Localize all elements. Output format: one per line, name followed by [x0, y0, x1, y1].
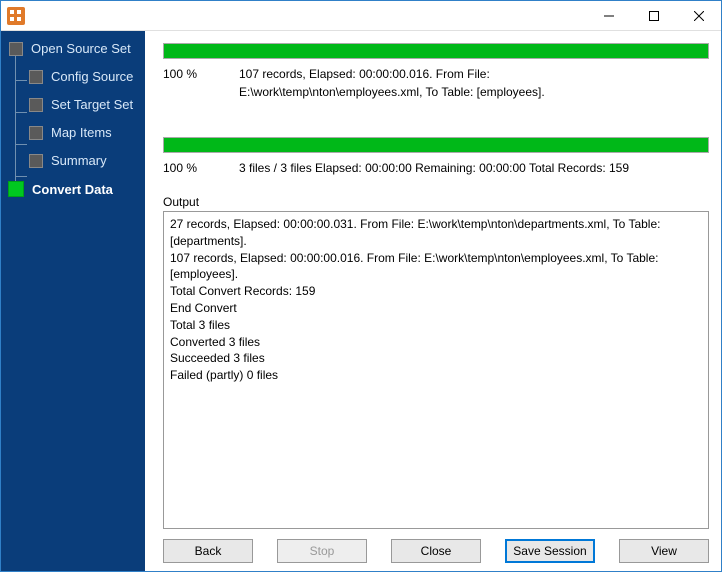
output-line: Total 3 files: [170, 317, 702, 334]
minimize-button[interactable]: [586, 1, 631, 31]
output-line: End Convert: [170, 300, 702, 317]
file-progress-section: 100 % 107 records, Elapsed: 00:00:00.016…: [163, 43, 709, 101]
nav-item-map-items[interactable]: Map Items: [9, 125, 145, 140]
save-session-button[interactable]: Save Session: [505, 539, 595, 563]
nav-item-config-source[interactable]: Config Source: [9, 69, 145, 84]
total-progress-bar: [163, 137, 709, 153]
output-label: Output: [163, 195, 709, 209]
file-progress-percent: 100 %: [163, 65, 223, 101]
nav-step-icon: [29, 126, 43, 140]
view-button[interactable]: View: [619, 539, 709, 563]
close-button[interactable]: [676, 1, 721, 31]
nav-item-label: Map Items: [51, 125, 112, 140]
nav-item-label: Open Source Set: [31, 41, 131, 56]
output-line: Converted 3 files: [170, 334, 702, 351]
nav-item-label: Convert Data: [32, 182, 113, 197]
output-line: Succeeded 3 files: [170, 350, 702, 367]
output-line: Total Convert Records: 159: [170, 283, 702, 300]
file-progress-bar: [163, 43, 709, 59]
nav-item-label: Set Target Set: [51, 97, 133, 112]
close-dialog-button[interactable]: Close: [391, 539, 481, 563]
output-textarea[interactable]: 27 records, Elapsed: 00:00:00.031. From …: [163, 211, 709, 529]
wizard-sidebar: Open Source Set Config Source Set Target S…: [1, 31, 145, 571]
output-line: 27 records, Elapsed: 00:00:00.031. From …: [170, 216, 702, 250]
output-line: Failed (partly) 0 files: [170, 367, 702, 384]
nav-item-label: Summary: [51, 153, 107, 168]
nav-step-icon: [29, 70, 43, 84]
total-progress-percent: 100 %: [163, 159, 223, 177]
back-button[interactable]: Back: [163, 539, 253, 563]
nav-item-summary[interactable]: Summary: [9, 153, 145, 168]
nav-item-open-source-set[interactable]: Open Source Set: [9, 41, 145, 56]
nav-step-icon: [8, 181, 24, 197]
nav-step-icon: [9, 42, 23, 56]
button-row: Back Stop Close Save Session View: [163, 529, 709, 563]
file-progress-line1: 107 records, Elapsed: 00:00:00.016. From…: [239, 67, 490, 81]
file-progress-line2: E:\work\temp\nton\employees.xml, To Tabl…: [239, 85, 545, 99]
stop-button: Stop: [277, 539, 367, 563]
nav-step-icon: [29, 98, 43, 112]
nav-step-icon: [29, 154, 43, 168]
total-progress-details: 3 files / 3 files Elapsed: 00:00:00 Rema…: [239, 159, 709, 177]
app-icon: [7, 7, 25, 25]
nav-item-label: Config Source: [51, 69, 133, 84]
nav-item-convert-data[interactable]: Convert Data: [9, 181, 145, 197]
main-panel: 100 % 107 records, Elapsed: 00:00:00.016…: [145, 31, 721, 571]
nav-item-set-target-set[interactable]: Set Target Set: [9, 97, 145, 112]
maximize-button[interactable]: [631, 1, 676, 31]
output-line: 107 records, Elapsed: 00:00:00.016. From…: [170, 250, 702, 284]
total-progress-section: 100 % 3 files / 3 files Elapsed: 00:00:0…: [163, 137, 709, 177]
titlebar: [1, 1, 721, 31]
